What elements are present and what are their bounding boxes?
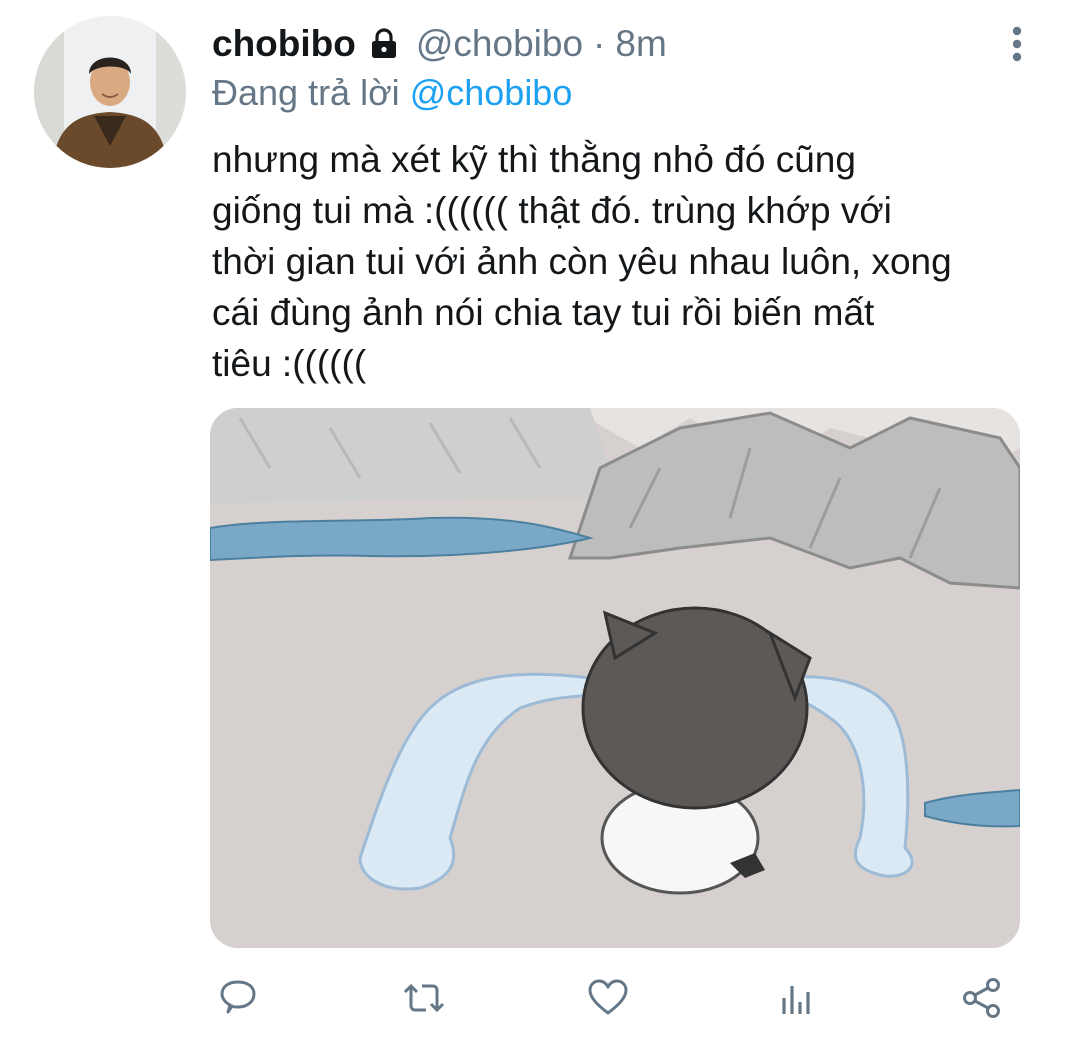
replying-to-label: Đang trả lời xyxy=(212,72,400,113)
retweet-button[interactable] xyxy=(398,972,450,1024)
avatar-image xyxy=(34,16,186,168)
replying-to: Đang trả lời @chobibo xyxy=(212,72,572,114)
reply-mention-link[interactable]: @chobibo xyxy=(410,72,573,113)
cartoon-image xyxy=(210,408,1020,948)
tweet-text-line: thời gian tui với ảnh còn yêu nhau luôn,… xyxy=(212,241,952,282)
timestamp[interactable]: 8m xyxy=(615,23,666,65)
tweet-action-bar xyxy=(0,972,1080,1028)
heart-icon xyxy=(588,979,628,1015)
more-options-button[interactable] xyxy=(1002,22,1032,66)
avatar[interactable] xyxy=(34,16,186,168)
tweet-media-image[interactable] xyxy=(210,408,1020,948)
tweet-text-line: tiêu :(((((( xyxy=(212,343,367,384)
tweet-header: chobibo @chobibo · 8m xyxy=(212,22,667,66)
reply-button[interactable] xyxy=(212,972,264,1024)
analytics-button[interactable] xyxy=(770,972,822,1024)
tweet-text-line: giống tui mà :(((((( thật đó. trùng khớp… xyxy=(212,190,892,231)
display-name[interactable]: chobibo xyxy=(212,23,356,65)
tweet-text: nhưng mà xét kỹ thì thằng nhỏ đó cũng gi… xyxy=(212,134,1052,389)
handle[interactable]: @chobibo xyxy=(416,23,583,65)
share-button[interactable] xyxy=(956,972,1008,1024)
comment-icon xyxy=(220,980,256,1014)
analytics-icon xyxy=(782,986,810,1014)
retweet-icon xyxy=(403,983,445,1013)
like-button[interactable] xyxy=(582,972,634,1024)
separator-dot: · xyxy=(593,23,606,64)
tweet-text-line: nhưng mà xét kỹ thì thằng nhỏ đó cũng xyxy=(212,139,856,180)
lock-icon xyxy=(366,26,402,62)
share-icon xyxy=(963,978,1000,1018)
tweet-text-line: cái đùng ảnh nói chia tay tui rồi biến m… xyxy=(212,292,875,333)
more-vertical-icon xyxy=(1012,26,1022,62)
